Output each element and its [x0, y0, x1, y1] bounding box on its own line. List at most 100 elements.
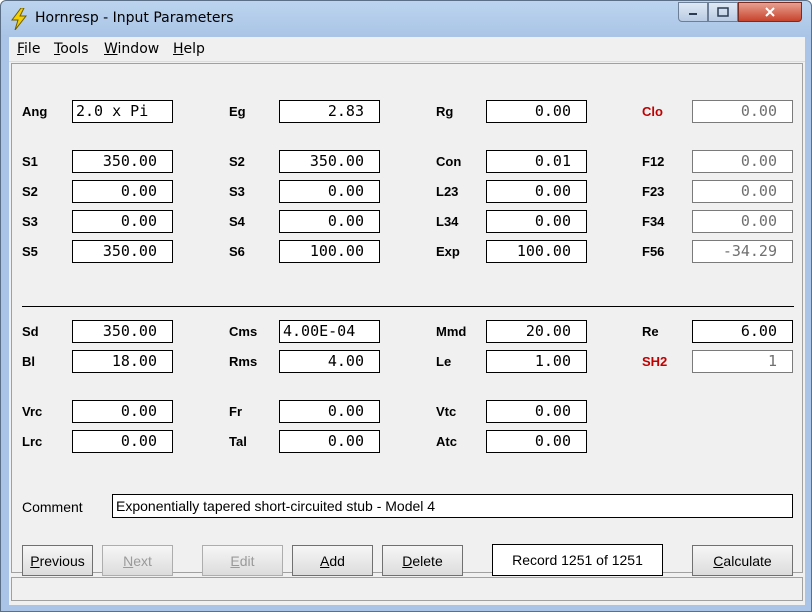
- input-l34[interactable]: 0.00: [486, 210, 587, 233]
- input-f34: 0.00: [692, 210, 793, 233]
- label-re: Re: [642, 324, 659, 339]
- input-re[interactable]: 6.00: [692, 320, 793, 343]
- input-s3[interactable]: 0.00: [279, 180, 380, 203]
- next-button-label: Next: [123, 552, 152, 569]
- next-button[interactable]: Next: [102, 545, 173, 576]
- label-vrc: Vrc: [22, 404, 43, 419]
- label-s6: S6: [229, 244, 245, 259]
- previous-button-label: Previous: [30, 552, 85, 569]
- input-f23: 0.00: [692, 180, 793, 203]
- input-s3-second[interactable]: 0.00: [72, 210, 173, 233]
- label-eg: Eg: [229, 104, 246, 119]
- menu-window[interactable]: Window: [104, 41, 159, 57]
- minimize-button[interactable]: [678, 2, 708, 22]
- input-s4[interactable]: 0.00: [279, 210, 380, 233]
- label-exp: Exp: [436, 244, 460, 259]
- edit-button[interactable]: Edit: [202, 545, 283, 576]
- close-button[interactable]: [738, 2, 802, 22]
- input-rg[interactable]: 0.00: [486, 100, 587, 123]
- comment-field[interactable]: Exponentially tapered short-circuited st…: [112, 494, 793, 518]
- label-atc: Atc: [436, 434, 457, 449]
- input-sd[interactable]: 350.00: [72, 320, 173, 343]
- input-mmd[interactable]: 20.00: [486, 320, 587, 343]
- delete-button-label: Delete: [402, 552, 443, 569]
- add-button[interactable]: Add: [292, 545, 373, 576]
- parameters-panel: Ang 2.0 x Pi Eg 2.83 Rg 0.00 Clo 0.00 S1…: [11, 63, 803, 576]
- label-sh2: SH2: [642, 354, 668, 369]
- close-icon: [765, 7, 775, 17]
- label-sd: Sd: [22, 324, 39, 339]
- input-s6[interactable]: 100.00: [279, 240, 380, 263]
- label-comment: Comment: [22, 499, 83, 515]
- label-tal: Tal: [229, 434, 247, 449]
- label-f23: F23: [642, 184, 665, 199]
- input-f12: 0.00: [692, 150, 793, 173]
- input-l23[interactable]: 0.00: [486, 180, 587, 203]
- label-f34: F34: [642, 214, 665, 229]
- input-lrc[interactable]: 0.00: [72, 430, 173, 453]
- input-s2[interactable]: 350.00: [279, 150, 380, 173]
- input-clo: 0.00: [692, 100, 793, 123]
- label-s4: S4: [229, 214, 245, 229]
- label-lrc: Lrc: [22, 434, 43, 449]
- label-le: Le: [436, 354, 452, 369]
- status-bar: [11, 577, 803, 601]
- label-s2-second: S2: [22, 184, 38, 199]
- input-s2-second[interactable]: 0.00: [72, 180, 173, 203]
- label-s2: S2: [229, 154, 245, 169]
- input-sh2: 1: [692, 350, 793, 373]
- input-cms[interactable]: 4.00E-04: [279, 320, 380, 343]
- label-mmd: Mmd: [436, 324, 467, 339]
- label-s3: S3: [229, 184, 245, 199]
- maximize-button[interactable]: [708, 2, 738, 22]
- label-rms: Rms: [229, 354, 258, 369]
- label-f56: F56: [642, 244, 665, 259]
- input-vrc[interactable]: 0.00: [72, 400, 173, 423]
- label-fr: Fr: [229, 404, 242, 419]
- label-f12: F12: [642, 154, 665, 169]
- add-button-label: Add: [320, 552, 345, 569]
- app-window: Hornresp - Input Parameters File Tools W…: [0, 0, 812, 612]
- label-l34: L34: [436, 214, 459, 229]
- input-s5[interactable]: 350.00: [72, 240, 173, 263]
- input-fr[interactable]: 0.00: [279, 400, 380, 423]
- maximize-icon: [717, 7, 729, 17]
- label-s5: S5: [22, 244, 38, 259]
- label-clo: Clo: [642, 104, 663, 119]
- edit-button-label: Edit: [230, 552, 255, 569]
- label-s3-second: S3: [22, 214, 38, 229]
- label-vtc: Vtc: [436, 404, 457, 419]
- input-ang[interactable]: 2.0 x Pi: [72, 100, 173, 123]
- label-ang: Ang: [22, 104, 48, 119]
- title-bar[interactable]: Hornresp - Input Parameters: [1, 1, 811, 37]
- input-s1[interactable]: 350.00: [72, 150, 173, 173]
- menu-bar: File Tools Window Help: [9, 37, 805, 62]
- input-con[interactable]: 0.01: [486, 150, 587, 173]
- input-exp[interactable]: 100.00: [486, 240, 587, 263]
- section-divider: [22, 306, 794, 307]
- input-f56: -34.29: [692, 240, 793, 263]
- record-indicator: Record 1251 of 1251: [492, 544, 663, 576]
- delete-button[interactable]: Delete: [382, 545, 463, 576]
- input-le[interactable]: 1.00: [486, 350, 587, 373]
- input-rms[interactable]: 4.00: [279, 350, 380, 373]
- minimize-icon: [689, 13, 697, 15]
- calculate-button[interactable]: Calculate: [692, 545, 793, 576]
- label-s1: S1: [22, 154, 38, 169]
- window-title: Hornresp - Input Parameters: [35, 10, 234, 26]
- input-bl[interactable]: 18.00: [72, 350, 173, 373]
- label-bl: Bl: [22, 354, 35, 369]
- client-area: File Tools Window Help Ang 2.0 x Pi Eg 2…: [9, 37, 805, 605]
- input-tal[interactable]: 0.00: [279, 430, 380, 453]
- lightning-bolt-icon: [11, 8, 28, 30]
- input-vtc[interactable]: 0.00: [486, 400, 587, 423]
- menu-file[interactable]: File: [17, 41, 40, 57]
- menu-tools[interactable]: Tools: [54, 41, 89, 57]
- label-rg: Rg: [436, 104, 454, 119]
- input-atc[interactable]: 0.00: [486, 430, 587, 453]
- previous-button[interactable]: Previous: [22, 545, 93, 576]
- menu-help[interactable]: Help: [173, 41, 205, 57]
- input-eg[interactable]: 2.83: [279, 100, 380, 123]
- label-l23: L23: [436, 184, 459, 199]
- label-con: Con: [436, 154, 462, 169]
